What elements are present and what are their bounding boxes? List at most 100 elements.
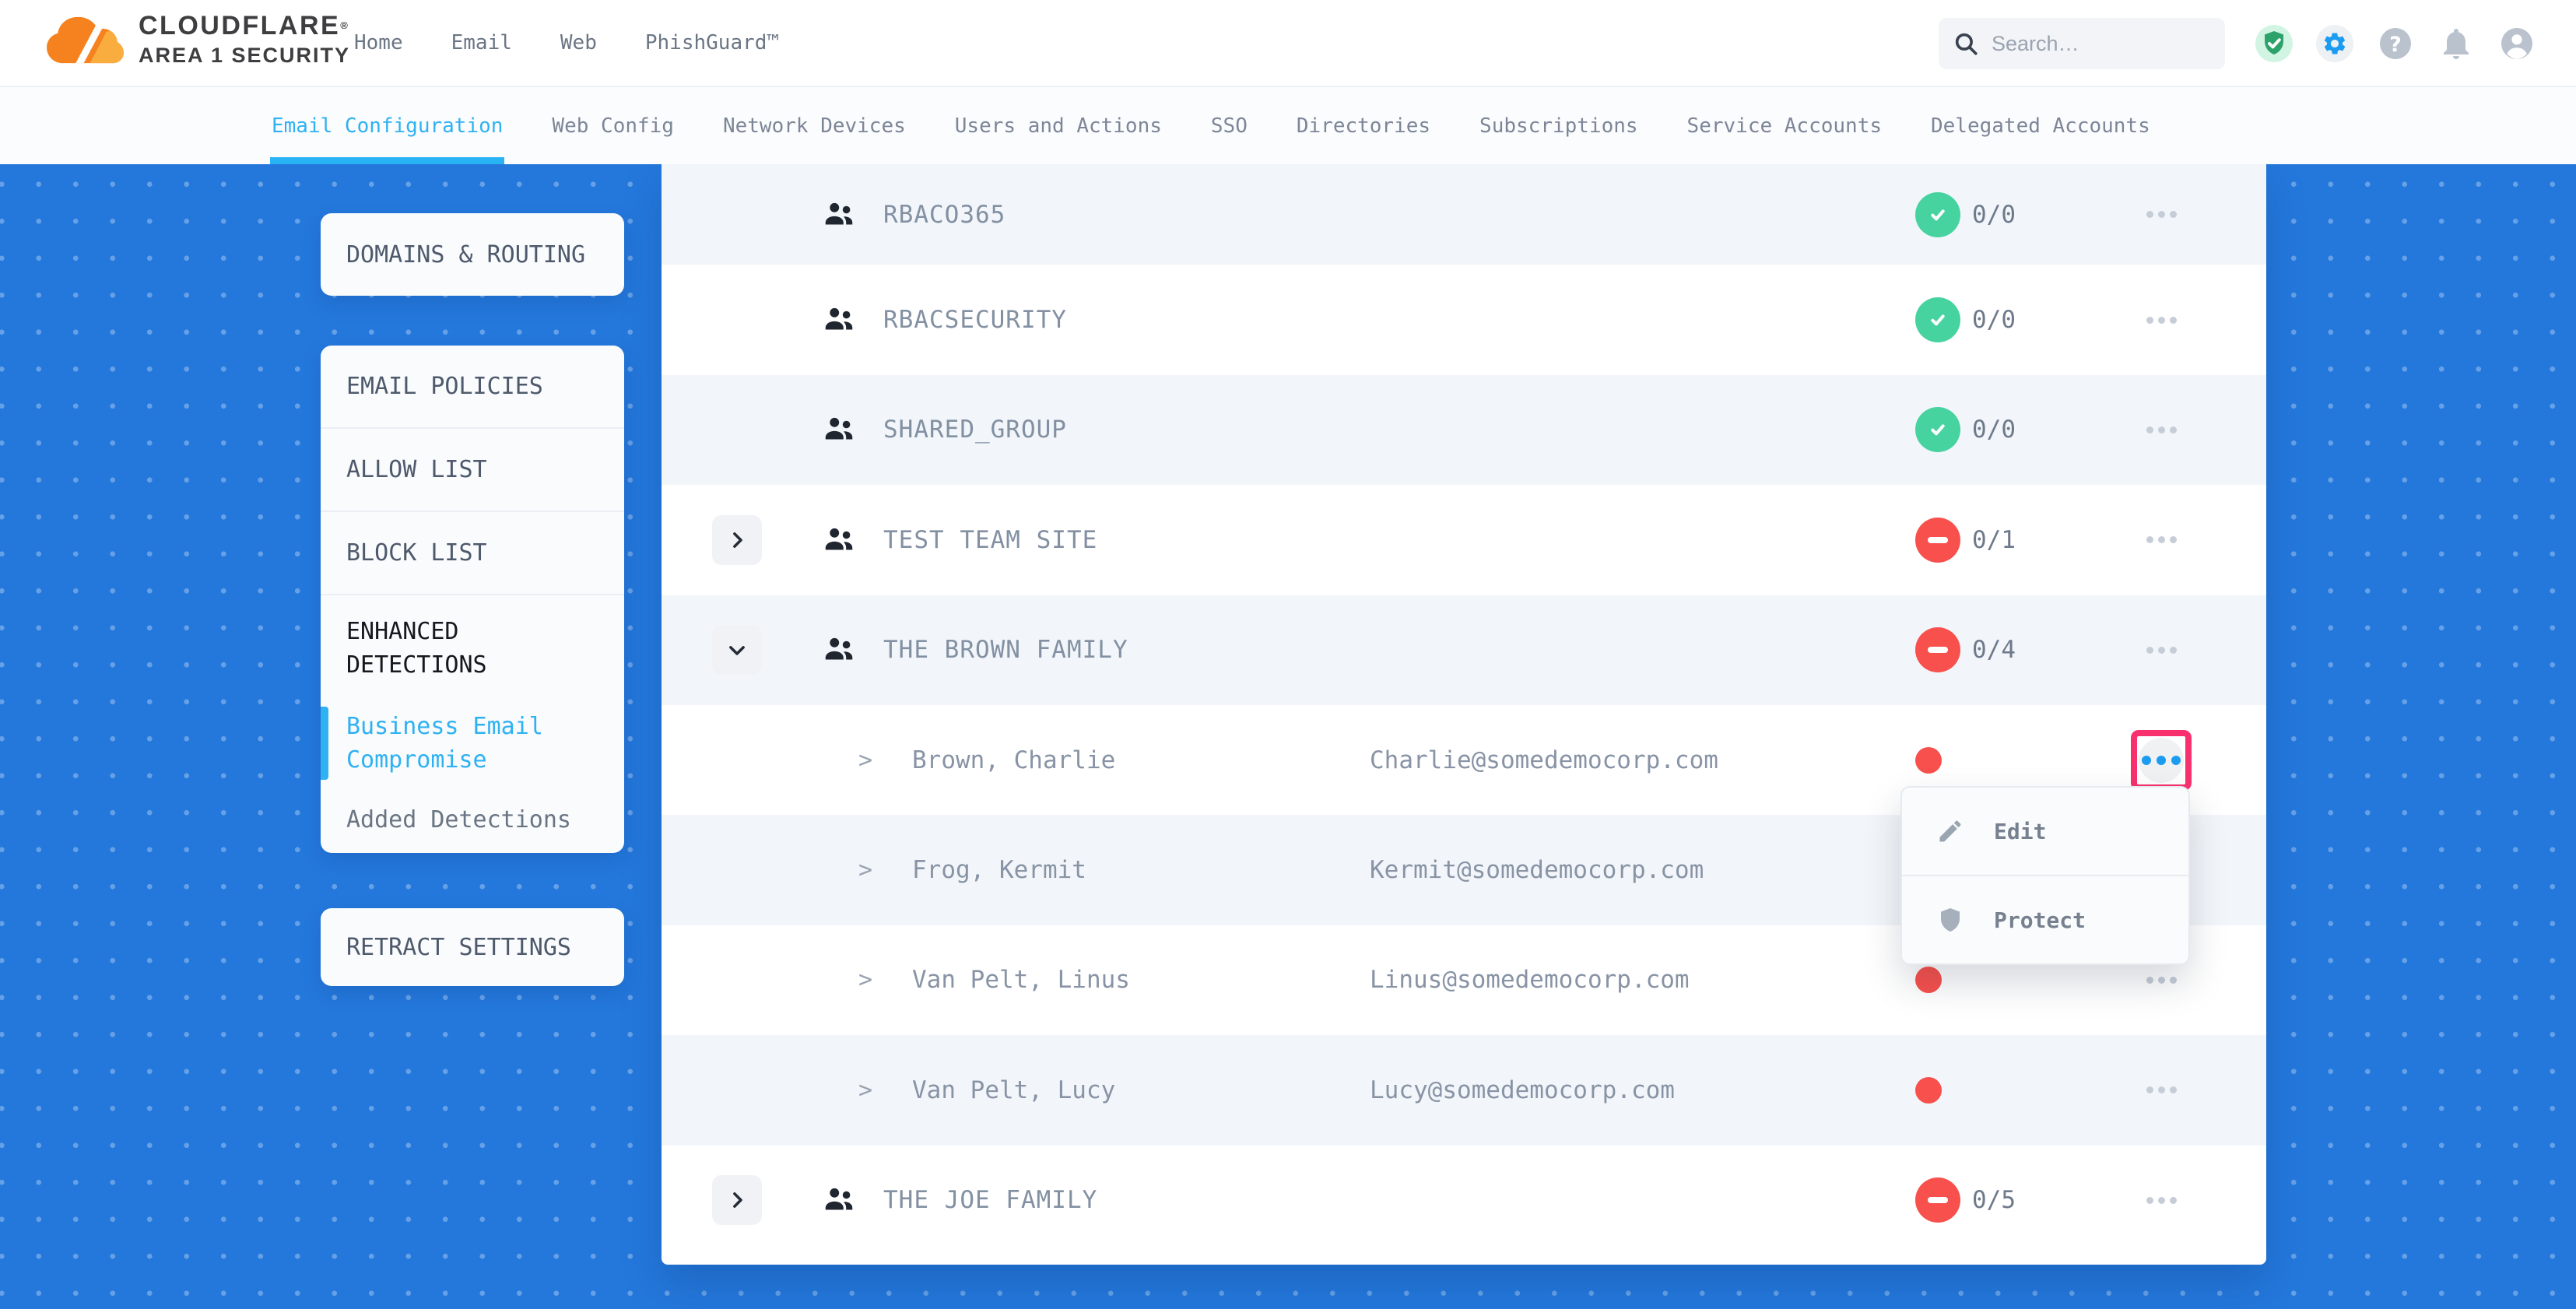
sidebar-card-policies: EMAIL POLICIESALLOW LISTBLOCK LISTENHANC… [321, 346, 624, 853]
tab-service-accounts[interactable]: Service Accounts [1687, 87, 1882, 164]
row-menu-button[interactable] [2146, 414, 2177, 445]
tab-delegated-accounts[interactable]: Delegated Accounts [1931, 87, 2150, 164]
context-menu-item-edit[interactable]: Edit [1902, 788, 2188, 875]
row-menu-button[interactable] [2146, 1184, 2177, 1216]
nav-phishguard[interactable]: PhishGuard™ [645, 31, 779, 54]
group-icon [821, 412, 857, 447]
row-menu-button[interactable] [2146, 1075, 2177, 1106]
group-name: THE BROWN FAMILY [883, 636, 1128, 664]
status-badge [1915, 518, 1960, 563]
group-icon [821, 302, 857, 338]
row-menu-button[interactable] [2146, 634, 2177, 665]
status-badge [1915, 192, 1960, 237]
sidebar-item-business-email-compromise[interactable]: Business Email Compromise [321, 700, 624, 786]
cloudflare-logo: CLOUDFLARE® AREA 1 SECURITY [44, 9, 350, 68]
expand-button[interactable] [712, 1175, 762, 1225]
table-row: RBACSECURITY 0/0 [662, 265, 2266, 374]
row-context-menu: Edit Protect [1900, 786, 2190, 965]
row-menu-button[interactable] [2146, 304, 2177, 335]
sidebar-item-retract-settings[interactable]: RETRACT SETTINGS [321, 908, 624, 986]
tab-web-config[interactable]: Web Config [552, 87, 674, 164]
bell-icon[interactable] [2437, 25, 2475, 62]
shield-check-icon[interactable] [2255, 25, 2293, 62]
status-dot [1915, 1077, 1942, 1104]
user-name: Frog, Kermit [912, 856, 1086, 884]
group-name: THE JOE FAMILY [883, 1186, 1097, 1214]
user-name: Van Pelt, Lucy [912, 1076, 1115, 1104]
context-menu-item-protect[interactable]: Protect [1902, 875, 2188, 963]
logo-subtitle: AREA 1 SECURITY [139, 42, 350, 68]
svg-text:?: ? [2389, 33, 2402, 57]
cloudflare-cloud-icon [44, 16, 126, 65]
search-box[interactable] [1939, 18, 2225, 69]
sidebar-item-enhanced-detections: ENHANCED DETECTIONS [321, 595, 624, 700]
sidebar-item-email-policies[interactable]: EMAIL POLICIES [321, 346, 624, 429]
row-menu-button[interactable] [2146, 964, 2177, 995]
table-row: THE BROWN FAMILY 0/4 [662, 595, 2266, 705]
sidebar-item-allow-list[interactable]: ALLOW LIST [321, 429, 624, 512]
table-row: RBACO3650/0 [662, 164, 2266, 265]
group-name: TEST TEAM SITE [883, 526, 1097, 554]
status-count: 0/0 [1972, 416, 2016, 444]
group-icon [821, 1182, 857, 1218]
table-row: TEST TEAM SITE 0/1 [662, 485, 2266, 595]
status-count: 0/1 [1972, 526, 2016, 554]
user-email: Kermit@somedemocorp.com [1370, 856, 1704, 884]
sidebar-item-domains-routing[interactable]: DOMAINS & ROUTING [321, 213, 624, 296]
main-nav: Home Email Web PhishGuard™ [354, 0, 779, 86]
help-icon[interactable]: ? [2377, 25, 2414, 62]
nav-web[interactable]: Web [560, 31, 597, 54]
search-icon [1953, 30, 1979, 57]
nav-home[interactable]: Home [354, 31, 403, 54]
user-email: Linus@somedemocorp.com [1370, 966, 1690, 994]
row-menu-button[interactable] [2146, 525, 2177, 556]
sidebar-card-retract: RETRACT SETTINGS [321, 908, 624, 986]
status-badge [1915, 627, 1960, 672]
status-count: 0/0 [1972, 201, 2016, 229]
search-input[interactable] [1990, 31, 2211, 57]
nav-email[interactable]: Email [451, 31, 512, 54]
header-icons: ? [2255, 0, 2536, 87]
sidebar-item-added-detections[interactable]: Added Detections [321, 786, 624, 853]
group-icon [821, 197, 857, 233]
group-name: RBACSECURITY [883, 306, 1067, 334]
status-dot [1915, 747, 1942, 774]
user-caret-icon: > [858, 857, 872, 884]
user-email: Charlie@somedemocorp.com [1370, 746, 1718, 774]
tab-directories[interactable]: Directories [1297, 87, 1430, 164]
status-count: 0/4 [1972, 636, 2016, 664]
user-caret-icon: > [858, 967, 872, 994]
group-icon [821, 632, 857, 668]
avatar-icon[interactable] [2498, 25, 2536, 62]
group-icon [821, 522, 857, 558]
user-caret-icon: > [858, 746, 872, 774]
tab-sso[interactable]: SSO [1211, 87, 1248, 164]
user-name: Van Pelt, Linus [912, 966, 1130, 994]
user-email: Lucy@somedemocorp.com [1370, 1076, 1675, 1104]
expand-button[interactable] [712, 625, 762, 675]
user-name: Brown, Charlie [912, 746, 1115, 774]
gear-icon[interactable] [2316, 25, 2353, 62]
status-count: 0/0 [1972, 306, 2016, 334]
tabs: Email Configuration Web Config Network Dev… [272, 87, 2150, 164]
row-menu-button[interactable] [2146, 199, 2177, 230]
expand-button[interactable] [712, 515, 762, 565]
tab-email-configuration[interactable]: Email Configuration [272, 87, 503, 164]
sidebar-item-block-list[interactable]: BLOCK LIST [321, 512, 624, 595]
sidebar-card-domains: DOMAINS & ROUTING [321, 213, 624, 296]
tab-users-and-actions[interactable]: Users and Actions [955, 87, 1162, 164]
status-badge [1915, 297, 1960, 342]
logo-title: CLOUDFLARE® [139, 9, 350, 42]
table-row: > Van Pelt, Lucy Lucy@somedemocorp.com [662, 1035, 2266, 1145]
status-dot [1915, 967, 1942, 993]
status-badge [1915, 407, 1960, 452]
context-menu-item-label: Edit [1994, 819, 2046, 844]
group-name: SHARED_GROUP [883, 416, 1067, 444]
groups-users-table: RBACO3650/0 RBACSECURITY 0/0 SHARED_GROUP 0/… [662, 164, 2266, 1265]
secondary-nav-bar: Email Configuration Web Config Network Dev… [0, 87, 2576, 164]
highlight-box [2131, 730, 2192, 791]
user-caret-icon: > [858, 1076, 872, 1104]
status-badge [1915, 1177, 1960, 1223]
tab-network-devices[interactable]: Network Devices [723, 87, 906, 164]
tab-subscriptions[interactable]: Subscriptions [1479, 87, 1638, 164]
